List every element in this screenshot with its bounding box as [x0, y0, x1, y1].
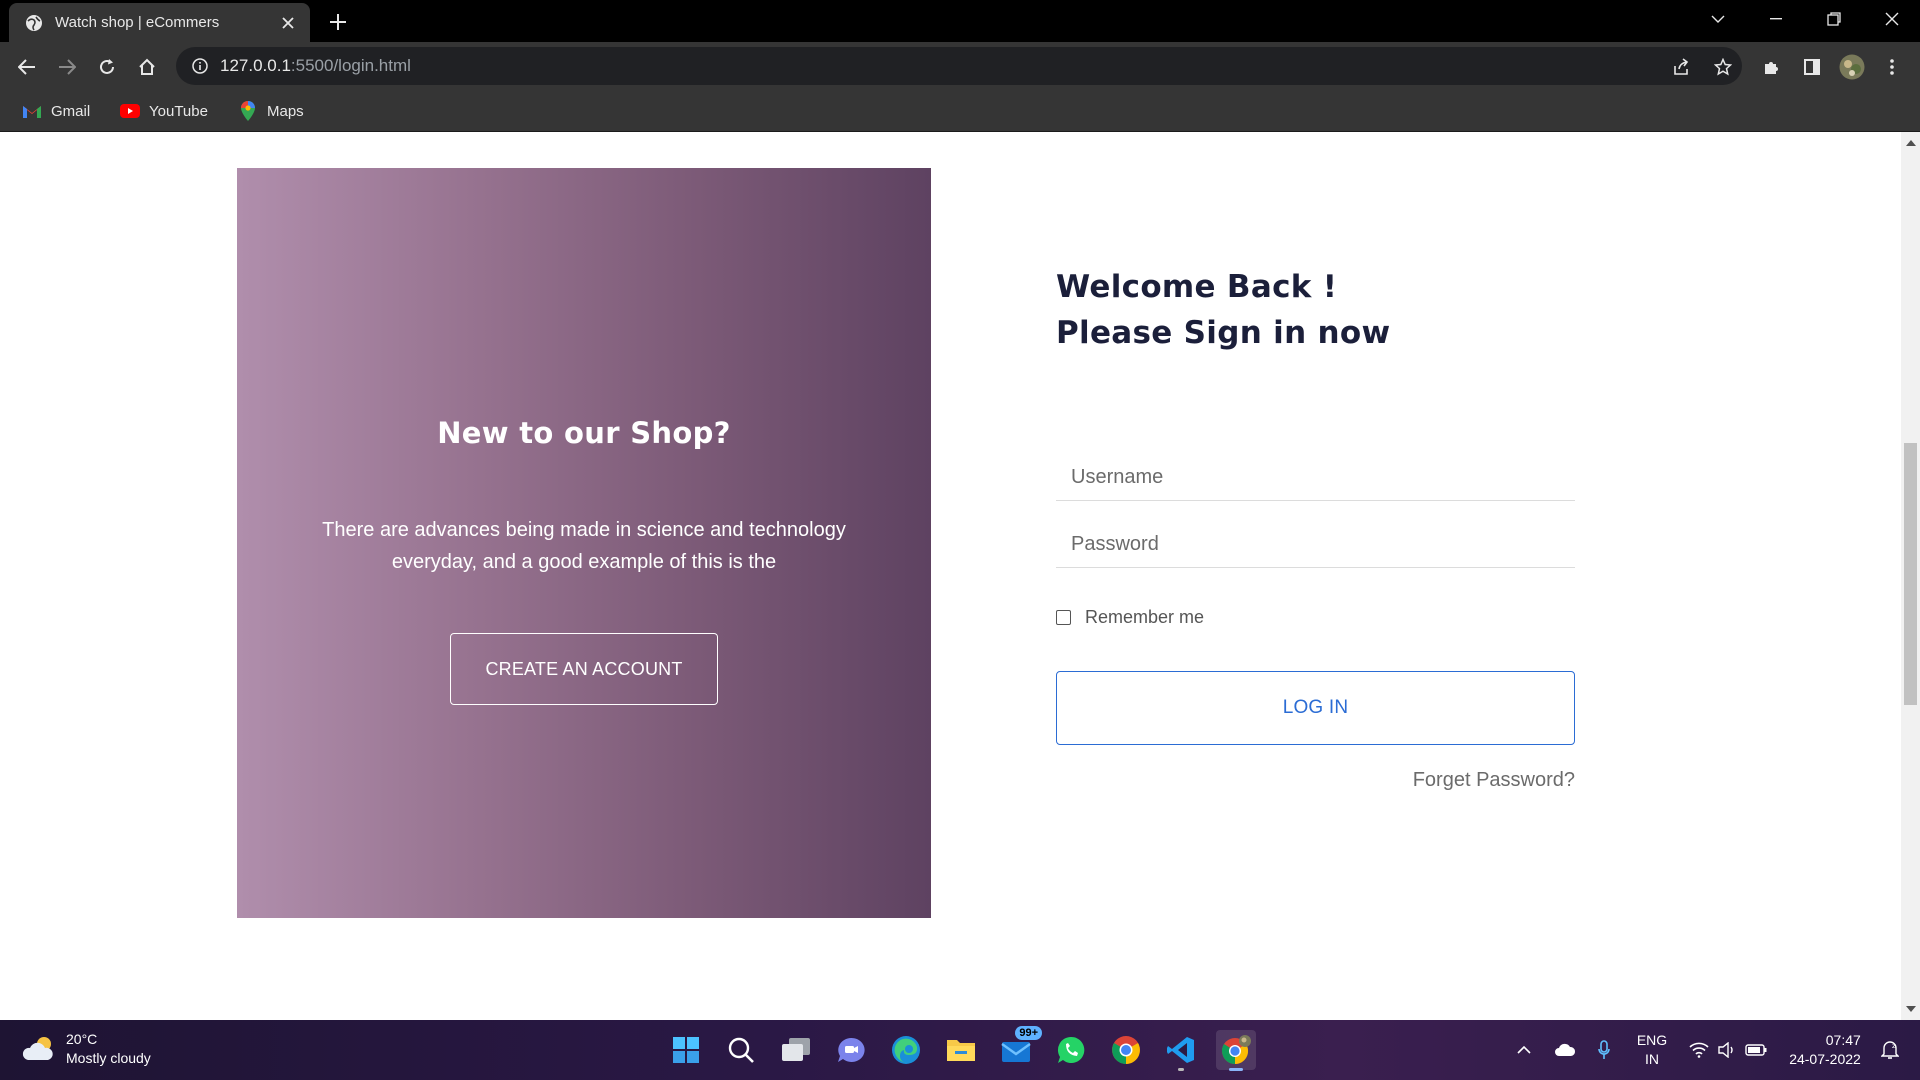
taskbar-edge[interactable] [886, 1030, 926, 1070]
taskbar-search[interactable] [721, 1030, 761, 1070]
profile-avatar-icon[interactable] [1835, 50, 1869, 84]
login-heading: Welcome Back ! Please Sign in now [1056, 264, 1390, 356]
chrome-profile-icon [1220, 1034, 1252, 1066]
tab-search-chevron-icon[interactable] [1690, 0, 1746, 38]
promo-text: There are advances being made in science… [322, 519, 846, 573]
taskbar-teams-chat[interactable] [831, 1030, 871, 1070]
running-indicator [1178, 1068, 1184, 1071]
site-info-icon[interactable] [192, 58, 208, 74]
remember-me-checkbox[interactable] [1056, 610, 1071, 625]
start-icon [672, 1036, 700, 1064]
kebab-menu-icon[interactable] [1875, 50, 1909, 84]
notification-bell-icon[interactable]: z [1876, 1020, 1904, 1080]
scroll-thumb[interactable] [1904, 443, 1917, 705]
system-clock[interactable]: 07:47 24-07-2022 [1780, 1020, 1870, 1080]
edge-icon [891, 1035, 921, 1065]
start-button[interactable] [666, 1030, 706, 1070]
whatsapp-icon [1056, 1035, 1086, 1065]
battery-icon[interactable] [1742, 1020, 1770, 1080]
browser-tab[interactable]: Watch shop | eCommers [9, 3, 310, 42]
bookmark-label: YouTube [149, 102, 208, 120]
task-view-icon [781, 1037, 811, 1063]
login-button[interactable]: LOG IN [1056, 671, 1575, 745]
new-tab-button[interactable] [325, 9, 351, 35]
remember-me-row[interactable]: Remember me [1056, 607, 1204, 628]
taskbar-chrome-profile[interactable] [1216, 1030, 1256, 1071]
close-tab-icon[interactable] [278, 13, 298, 33]
bookmark-maps[interactable]: Maps [238, 99, 304, 123]
bookmarks-bar: Gmail YouTube Maps [0, 91, 1920, 132]
extensions-puzzle-icon[interactable] [1755, 50, 1789, 84]
weather-description: Mostly cloudy [66, 1050, 151, 1066]
file-explorer-icon [946, 1037, 976, 1063]
username-input[interactable] [1056, 455, 1575, 501]
restore-icon[interactable] [1806, 0, 1862, 38]
url-path: :5500/login.html [290, 56, 411, 75]
taskbar-task-view[interactable] [776, 1030, 816, 1070]
gmail-icon [22, 101, 42, 121]
taskbar-vscode[interactable] [1161, 1030, 1201, 1071]
bookmark-star-icon[interactable] [1706, 50, 1740, 84]
bookmark-youtube[interactable]: YouTube [120, 99, 208, 123]
taskbar-whatsapp[interactable] [1051, 1030, 1091, 1070]
create-account-button[interactable]: CREATE AN ACCOUNT [450, 633, 718, 705]
show-hidden-icons-chevron-icon[interactable] [1512, 1020, 1536, 1080]
cloudy-weather-icon [22, 1034, 56, 1064]
bookmark-label: Gmail [51, 102, 91, 120]
forget-password-link[interactable]: Forget Password? [1413, 769, 1575, 792]
teams-chat-icon [836, 1036, 866, 1064]
browser-toolbar: 127.0.0.1:5500/login.html [0, 42, 1920, 91]
weather-temperature: 20°C [66, 1031, 98, 1047]
reload-icon[interactable] [90, 50, 124, 84]
home-icon[interactable] [130, 50, 164, 84]
windows-taskbar: 20°C Mostly cloudy 99+ ENG IN 07:47 24-0… [0, 1020, 1920, 1080]
onedrive-cloud-icon[interactable] [1550, 1020, 1580, 1080]
forward-arrow-icon[interactable] [50, 50, 84, 84]
globe-icon [25, 14, 43, 32]
login-heading-line2: Please Sign in now [1056, 315, 1391, 351]
address-bar[interactable]: 127.0.0.1:5500/login.html [176, 47, 1742, 85]
bookmark-gmail[interactable]: Gmail [22, 99, 90, 123]
mail-unread-badge: 99+ [1015, 1026, 1042, 1040]
scroll-up-arrow-icon[interactable] [1906, 140, 1916, 146]
side-panel-icon[interactable] [1795, 50, 1829, 84]
share-icon[interactable] [1664, 50, 1698, 84]
youtube-icon [120, 101, 140, 121]
mail-icon [1001, 1037, 1031, 1063]
wifi-icon[interactable] [1686, 1020, 1712, 1080]
clock-date: 24-07-2022 [1789, 1051, 1861, 1067]
active-app-indicator [1229, 1068, 1243, 1071]
page-scrollbar[interactable] [1901, 132, 1920, 1020]
input-language-indicator[interactable]: ENG IN [1628, 1020, 1676, 1080]
svg-text:z: z [1892, 1042, 1896, 1050]
browser-tab-strip: Watch shop | eCommers [0, 0, 1920, 42]
page-viewport: New to our Shop? There are advances bein… [0, 132, 1901, 1020]
back-arrow-icon[interactable] [10, 50, 44, 84]
clock-time: 07:47 [1825, 1032, 1861, 1048]
password-input[interactable] [1056, 522, 1575, 568]
new-customer-panel: New to our Shop? There are advances bein… [237, 168, 931, 918]
taskbar-chrome[interactable] [1106, 1030, 1146, 1070]
remember-me-label: Remember me [1085, 607, 1205, 627]
language-code: ENG [1636, 1032, 1668, 1048]
bookmark-label: Maps [267, 102, 304, 120]
vscode-icon [1166, 1035, 1196, 1065]
taskbar-mail[interactable]: 99+ [996, 1026, 1042, 1070]
language-region: IN [1645, 1051, 1659, 1067]
chrome-icon [1111, 1035, 1141, 1065]
search-icon [727, 1036, 755, 1064]
weather-widget[interactable]: 20°C Mostly cloudy [22, 1030, 151, 1068]
login-form: Welcome Back ! Please Sign in now Rememb… [1056, 132, 1576, 932]
close-window-icon[interactable] [1864, 0, 1920, 38]
promo-heading: New to our Shop? [437, 416, 731, 450]
url-host: 127.0.0.1 [220, 56, 291, 75]
tab-title: Watch shop | eCommers [55, 14, 220, 31]
maps-icon [238, 101, 258, 121]
minimize-icon[interactable] [1748, 0, 1804, 38]
taskbar-file-explorer[interactable] [941, 1030, 981, 1070]
scroll-down-arrow-icon[interactable] [1906, 1006, 1916, 1012]
login-heading-line1: Welcome Back ! [1056, 269, 1338, 305]
volume-icon[interactable] [1714, 1020, 1740, 1080]
microphone-icon[interactable] [1592, 1020, 1616, 1080]
